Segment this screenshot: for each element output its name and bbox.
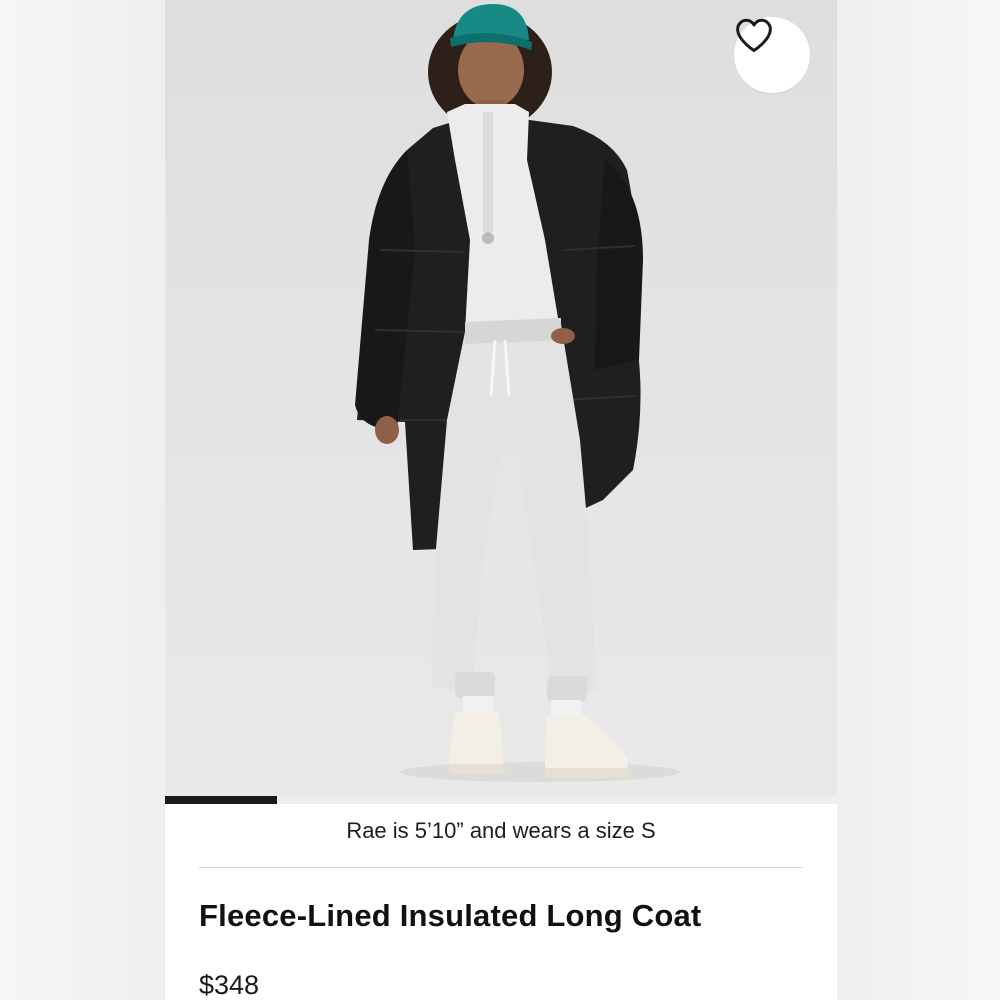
model-illustration xyxy=(355,4,680,782)
left-backdrop xyxy=(0,0,165,1000)
divider xyxy=(199,867,803,868)
heart-outline-icon xyxy=(736,18,772,53)
product-price: $348 xyxy=(199,970,260,1000)
gallery-progress-fill xyxy=(165,796,278,804)
product-title: Fleece-Lined Insulated Long Coat xyxy=(199,898,702,933)
right-backdrop xyxy=(837,0,1000,1000)
model-size-caption: Rae is 5’10” and wears a size S xyxy=(346,818,656,843)
favorite-button[interactable] xyxy=(734,17,810,93)
gallery-progress-bar xyxy=(165,796,837,804)
product-image[interactable] xyxy=(165,0,837,796)
product-card: Rae is 5’10” and wears a size S Fleece-L… xyxy=(165,0,837,1000)
